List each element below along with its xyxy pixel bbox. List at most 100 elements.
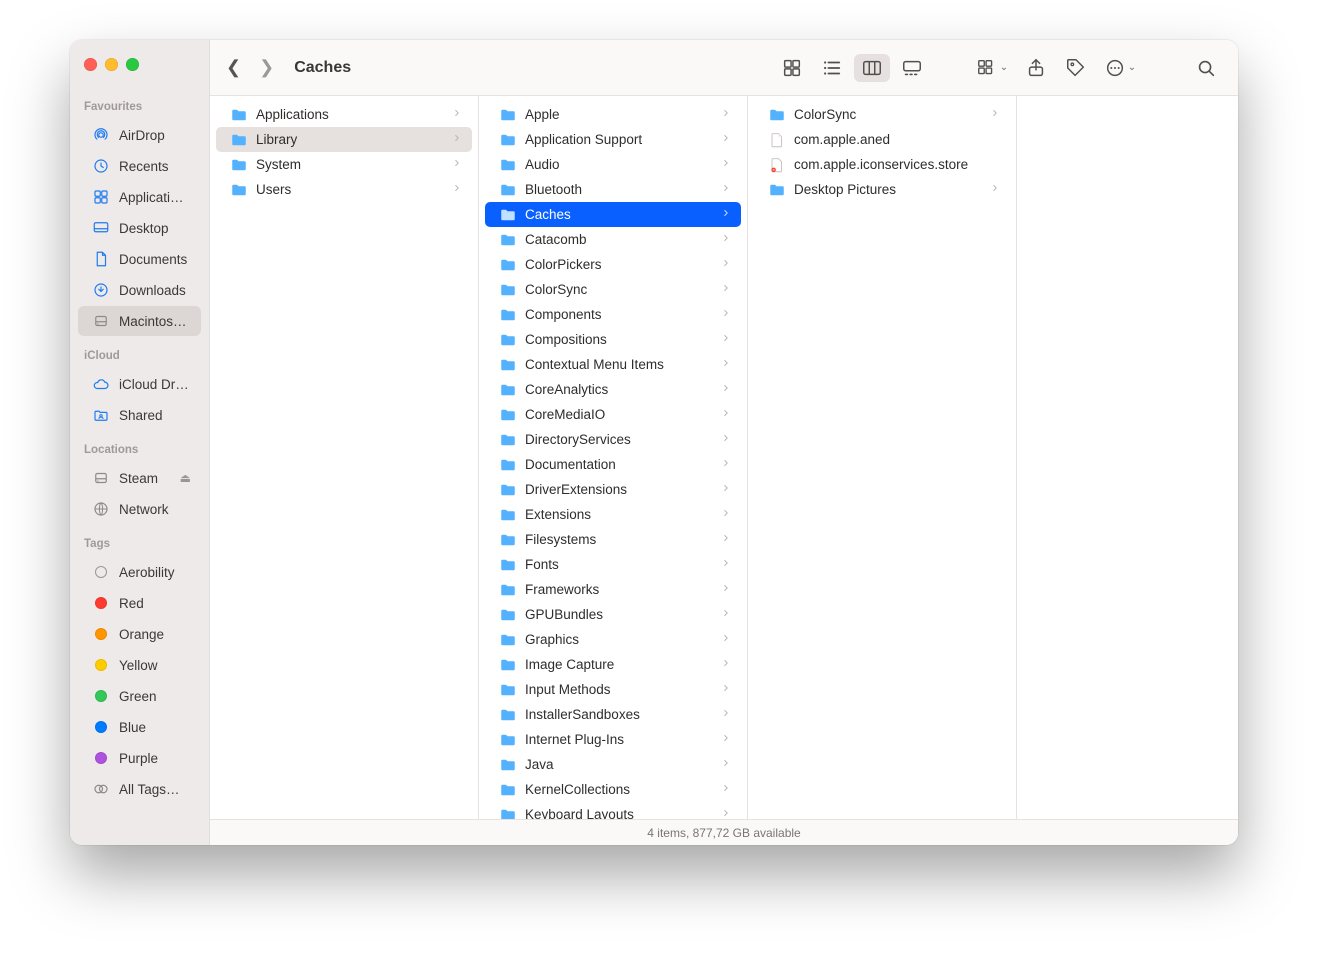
sidebar-item-shared[interactable]: Shared: [78, 400, 201, 430]
sidebar-item-yellow[interactable]: Yellow: [78, 650, 201, 680]
file-row[interactable]: Internet Plug-Ins: [485, 727, 741, 752]
file-row[interactable]: CoreAnalytics: [485, 377, 741, 402]
sidebar-item-network[interactable]: Network: [78, 494, 201, 524]
file-row[interactable]: Audio: [485, 152, 741, 177]
sidebar-item-green[interactable]: Green: [78, 681, 201, 711]
file-row[interactable]: com.apple.aned: [754, 127, 1010, 152]
window-close-button[interactable]: [84, 58, 97, 71]
file-name: Graphics: [525, 632, 713, 647]
file-row[interactable]: Input Methods: [485, 677, 741, 702]
file-row[interactable]: CoreMediaIO: [485, 402, 741, 427]
file-row[interactable]: Filesystems: [485, 527, 741, 552]
file-row[interactable]: ColorPickers: [485, 252, 741, 277]
chevron-right-icon: [721, 333, 731, 346]
search-button[interactable]: [1188, 54, 1224, 82]
file-row[interactable]: DriverExtensions: [485, 477, 741, 502]
file-row[interactable]: Catacomb: [485, 227, 741, 252]
sidebar-item-all-tags[interactable]: All Tags…: [78, 774, 201, 804]
file-row[interactable]: Components: [485, 302, 741, 327]
column-3[interactable]: [1017, 96, 1238, 819]
sidebar-item-documents[interactable]: Documents: [78, 244, 201, 274]
sidebar-item-aerobility[interactable]: Aerobility: [78, 557, 201, 587]
view-gallery-button[interactable]: [894, 54, 930, 82]
file-row[interactable]: Users: [216, 177, 472, 202]
file-row[interactable]: ColorSync: [754, 102, 1010, 127]
file-row[interactable]: Java: [485, 752, 741, 777]
chevron-right-icon: [721, 683, 731, 696]
view-icons-button[interactable]: [774, 54, 810, 82]
file-name: ColorSync: [525, 282, 713, 297]
status-text: 4 items, 877,72 GB available: [647, 826, 800, 840]
sidebar-item-icloud-drive[interactable]: iCloud Drive: [78, 369, 201, 399]
column-1[interactable]: AppleApplication SupportAudioBluetoothCa…: [479, 96, 748, 819]
sidebar-item-label: Network: [119, 502, 191, 517]
file-name: Internet Plug-Ins: [525, 732, 713, 747]
shared-icon: [92, 406, 110, 424]
sidebar-item-orange[interactable]: Orange: [78, 619, 201, 649]
column-2[interactable]: ColorSynccom.apple.anedcom.apple.iconser…: [748, 96, 1017, 819]
file-row[interactable]: Frameworks: [485, 577, 741, 602]
edit-tags-button[interactable]: [1058, 54, 1094, 82]
tag-color-icon: [92, 563, 110, 581]
file-row[interactable]: Keyboard Layouts: [485, 802, 741, 819]
chevron-right-icon: [721, 633, 731, 646]
file-row[interactable]: GPUBundles: [485, 602, 741, 627]
view-list-button[interactable]: [814, 54, 850, 82]
file-row[interactable]: System: [216, 152, 472, 177]
file-row[interactable]: Graphics: [485, 627, 741, 652]
file-row[interactable]: Desktop Pictures: [754, 177, 1010, 202]
file-row[interactable]: Caches: [485, 202, 741, 227]
file-row[interactable]: ColorSync: [485, 277, 741, 302]
sidebar-item-macintosh[interactable]: Macintosh…: [78, 306, 201, 336]
finder-window: FavouritesAirDropRecentsApplicationsDesk…: [70, 40, 1238, 845]
file-row[interactable]: Apple: [485, 102, 741, 127]
sidebar-item-airdrop[interactable]: AirDrop: [78, 120, 201, 150]
column-0[interactable]: Applications Library System Users: [210, 96, 479, 819]
sidebar-item-label: All Tags…: [119, 782, 191, 797]
file-row[interactable]: Library: [216, 127, 472, 152]
sidebar-item-applications[interactable]: Applications: [78, 182, 201, 212]
view-columns-button[interactable]: [854, 54, 890, 82]
file-row[interactable]: com.apple.iconservices.store: [754, 152, 1010, 177]
sidebar-item-purple[interactable]: Purple: [78, 743, 201, 773]
more-actions-button[interactable]: ⌄: [1098, 54, 1142, 82]
file-name: Frameworks: [525, 582, 713, 597]
file-row[interactable]: Extensions: [485, 502, 741, 527]
forward-button[interactable]: ❯: [259, 57, 274, 78]
window-zoom-button[interactable]: [126, 58, 139, 71]
folder-icon: [499, 806, 517, 820]
window-minimize-button[interactable]: [105, 58, 118, 71]
sidebar-item-steam[interactable]: Steam⏏: [78, 463, 201, 493]
file-row[interactable]: Image Capture: [485, 652, 741, 677]
file-name: Library: [256, 132, 444, 147]
sidebar-item-label: Documents: [119, 252, 191, 267]
file-row[interactable]: Contextual Menu Items: [485, 352, 741, 377]
file-name: Users: [256, 182, 444, 197]
chevron-right-icon: [721, 133, 731, 146]
file-row[interactable]: Applications: [216, 102, 472, 127]
sidebar-item-downloads[interactable]: Downloads: [78, 275, 201, 305]
sidebar-item-recents[interactable]: Recents: [78, 151, 201, 181]
file-row[interactable]: KernelCollections: [485, 777, 741, 802]
sidebar-item-blue[interactable]: Blue: [78, 712, 201, 742]
group-by-button[interactable]: ⌄: [970, 54, 1014, 82]
folder-icon: [499, 556, 517, 574]
file-row[interactable]: Compositions: [485, 327, 741, 352]
file-row[interactable]: Fonts: [485, 552, 741, 577]
file-name: System: [256, 157, 444, 172]
file-row[interactable]: Documentation: [485, 452, 741, 477]
folder-icon: [499, 706, 517, 724]
back-button[interactable]: ❮: [226, 57, 241, 78]
folder-icon: [499, 331, 517, 349]
sidebar-item-label: Shared: [119, 408, 191, 423]
file-row[interactable]: InstallerSandboxes: [485, 702, 741, 727]
file-row[interactable]: Bluetooth: [485, 177, 741, 202]
file-row[interactable]: Application Support: [485, 127, 741, 152]
sidebar-item-desktop[interactable]: Desktop: [78, 213, 201, 243]
file-row[interactable]: DirectoryServices: [485, 427, 741, 452]
folder-icon: [499, 306, 517, 324]
cloud-icon: [92, 375, 110, 393]
eject-icon[interactable]: ⏏: [180, 471, 191, 485]
sidebar-item-red[interactable]: Red: [78, 588, 201, 618]
share-button[interactable]: [1018, 54, 1054, 82]
